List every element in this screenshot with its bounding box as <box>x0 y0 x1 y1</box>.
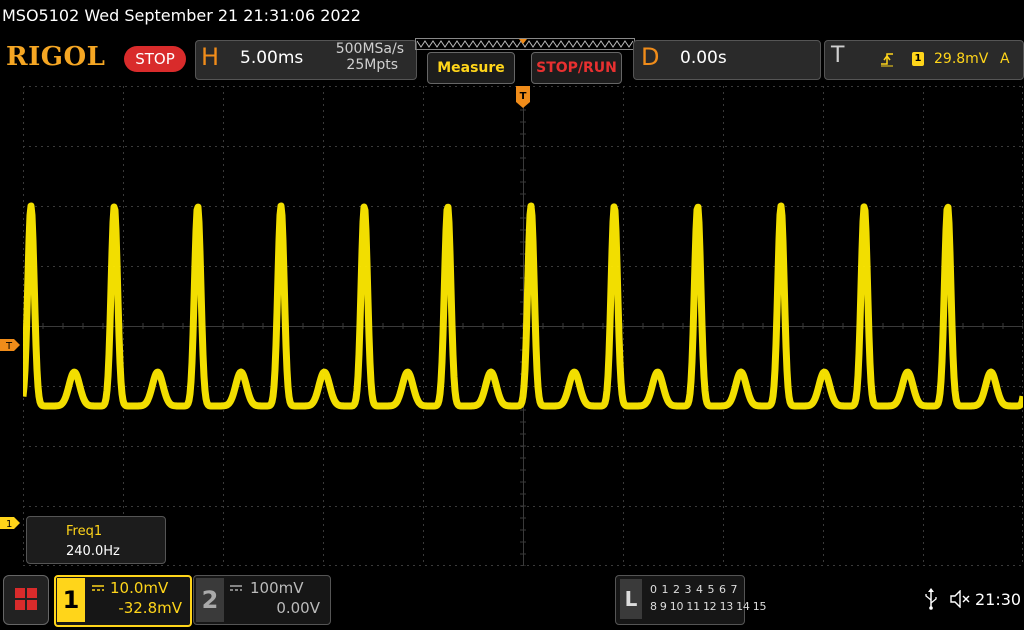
delay-value: 0.00s <box>680 48 727 68</box>
menu-grid-icon <box>15 588 37 610</box>
timebase-value: 5.00ms <box>240 48 304 68</box>
channel1-offset: -32.8mV <box>118 599 182 617</box>
delay-panel[interactable] <box>633 40 821 80</box>
graticule <box>23 86 1023 566</box>
trigger-label: T <box>831 43 845 68</box>
measure-button[interactable]: Measure <box>427 52 515 84</box>
channel2-offset: 0.00V <box>276 599 320 617</box>
channel1-offset-marker[interactable]: 1 <box>0 517 20 529</box>
trigger-level-marker[interactable]: T <box>0 339 20 351</box>
run-state-badge[interactable]: STOP <box>124 46 186 72</box>
instrument-title: MSO5102 Wed September 21 21:31:06 2022 <box>2 6 361 25</box>
usb-icon <box>925 588 937 610</box>
memory-depth: 25Mpts <box>346 57 398 73</box>
digital-channels-row2: 8 9 10 11 12 13 14 15 <box>650 600 767 613</box>
waveform-display[interactable]: T <box>23 86 1023 566</box>
trigger-source: 1 <box>912 52 924 66</box>
dc-coupling-icon <box>230 585 242 591</box>
channel2-scale: 100mV <box>250 579 304 597</box>
trigger-mode: A <box>1000 51 1010 67</box>
trigger-position-marker: T <box>516 86 530 108</box>
measurement-value: 240.0Hz <box>66 544 120 559</box>
trigger-panel[interactable] <box>824 40 1024 80</box>
horizontal-label: H <box>201 43 220 71</box>
speaker-muted-icon[interactable] <box>950 590 972 608</box>
channel1-number: 1 <box>57 578 85 622</box>
brand-logo: RIGOL <box>6 42 106 72</box>
trigger-level-marker-label: T <box>5 341 13 351</box>
sample-rate: 500MSa/s <box>335 41 404 57</box>
channel1-marker-label: 1 <box>6 519 12 529</box>
channel2-number: 2 <box>196 578 224 622</box>
logic-analyzer-label: L <box>620 579 642 619</box>
waveform-position-indicator <box>415 38 635 50</box>
delay-label: D <box>641 43 660 71</box>
trigger-level: 29.8mV <box>934 51 989 67</box>
stop-run-button[interactable]: STOP/RUN <box>531 52 622 84</box>
system-clock: 21:30 <box>975 590 1022 609</box>
measurement-name: Freq1 <box>66 524 103 539</box>
dc-coupling-icon <box>92 585 104 591</box>
trigger-position-label: T <box>520 91 527 102</box>
rising-edge-icon <box>881 53 893 67</box>
digital-channels-row1: 0 1 2 3 4 5 6 7 <box>650 583 738 596</box>
channel1-scale: 10.0mV <box>110 579 169 597</box>
